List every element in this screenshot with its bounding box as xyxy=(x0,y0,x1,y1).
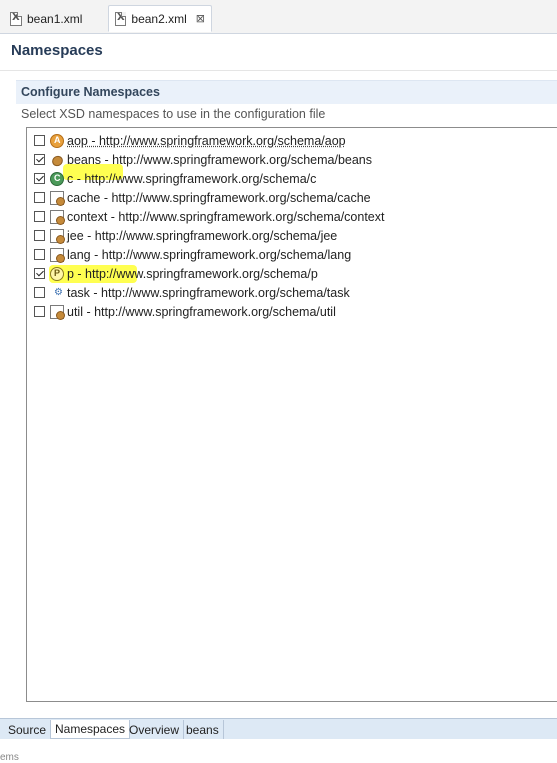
namespace-checkbox[interactable] xyxy=(34,230,45,241)
namespace-checkbox[interactable] xyxy=(34,135,45,146)
doc-bean-icon xyxy=(50,304,65,320)
namespace-checkbox[interactable] xyxy=(34,249,45,260)
c-namespace-icon xyxy=(50,171,64,186)
editor-tab-label: bean1.xml xyxy=(27,11,83,26)
namespace-list[interactable]: aop - http://www.springframework.org/sch… xyxy=(26,127,557,702)
doc-icon xyxy=(50,228,65,244)
namespace-checkbox[interactable] xyxy=(34,268,45,279)
list-item[interactable]: cache - http://www.springframework.org/s… xyxy=(27,188,371,207)
xml-file-icon xyxy=(115,11,127,26)
list-item[interactable]: beans - http://www.springframework.org/s… xyxy=(27,150,372,169)
editor-tab-bean2[interactable]: bean2.xml ⊠ xyxy=(108,5,212,32)
editor-tab-bar: bean1.xml bean2.xml ⊠ xyxy=(0,0,557,34)
namespace-label: util - http://www.springframework.org/sc… xyxy=(67,304,336,319)
editor-tab-bean1[interactable]: bean1.xml xyxy=(4,5,104,32)
list-item[interactable]: aop - http://www.springframework.org/sch… xyxy=(27,131,346,150)
list-item[interactable]: util - http://www.springframework.org/sc… xyxy=(27,302,336,321)
namespace-checkbox[interactable] xyxy=(34,192,45,203)
doc-icon xyxy=(50,209,65,225)
xml-file-icon xyxy=(10,11,22,26)
namespace-label: jee - http://www.springframework.org/sch… xyxy=(67,228,338,243)
close-icon[interactable]: ⊠ xyxy=(196,12,205,25)
editor-tab-label: bean2.xml xyxy=(131,11,187,26)
doc-bean-icon xyxy=(50,190,65,206)
namespace-label: lang - http://www.springframework.org/sc… xyxy=(67,247,352,262)
namespace-label: cache - http://www.springframework.org/s… xyxy=(67,190,371,205)
editor-page-tabs: Source Namespaces Overview beans xyxy=(0,718,557,739)
namespace-checkbox[interactable] xyxy=(34,306,45,317)
divider xyxy=(0,70,557,71)
doc-bean-icon xyxy=(50,247,65,263)
p-namespace-icon xyxy=(50,266,64,281)
namespace-label: task - http://www.springframework.org/sc… xyxy=(67,285,350,300)
task-icon xyxy=(50,286,64,300)
namespace-checkbox[interactable] xyxy=(34,287,45,298)
tab-source[interactable]: Source xyxy=(4,720,52,739)
status-text: ems xyxy=(0,752,19,763)
list-item[interactable]: c - http://www.springframework.org/schem… xyxy=(27,169,316,188)
bean-icon xyxy=(50,153,64,167)
namespace-label: c - http://www.springframework.org/schem… xyxy=(67,171,317,186)
list-item[interactable]: context - http://www.springframework.org… xyxy=(27,207,385,226)
tab-beans[interactable]: beans xyxy=(182,720,224,739)
list-item[interactable]: task - http://www.springframework.org/sc… xyxy=(27,283,350,302)
namespace-checkbox[interactable] xyxy=(34,211,45,222)
tab-overview[interactable]: Overview xyxy=(125,720,185,739)
section-header: Configure Namespaces xyxy=(16,80,557,104)
page-title: Namespaces xyxy=(11,42,103,59)
list-item[interactable]: jee - http://www.springframework.org/sch… xyxy=(27,226,337,245)
namespace-label: p - http://www.springframework.org/schem… xyxy=(67,266,318,281)
namespace-label: beans - http://www.springframework.org/s… xyxy=(67,152,372,167)
section-description: Select XSD namespaces to use in the conf… xyxy=(21,107,326,121)
namespace-label: aop - http://www.springframework.org/sch… xyxy=(67,133,346,148)
tab-namespaces[interactable]: Namespaces xyxy=(50,720,131,739)
aop-icon xyxy=(50,133,64,148)
namespace-checkbox[interactable] xyxy=(34,154,45,165)
list-item[interactable]: lang - http://www.springframework.org/sc… xyxy=(27,245,351,264)
namespace-label: context - http://www.springframework.org… xyxy=(67,209,385,224)
section-title: Configure Namespaces xyxy=(21,85,160,99)
namespace-checkbox[interactable] xyxy=(34,173,45,184)
list-item[interactable]: p - http://www.springframework.org/schem… xyxy=(27,264,318,283)
